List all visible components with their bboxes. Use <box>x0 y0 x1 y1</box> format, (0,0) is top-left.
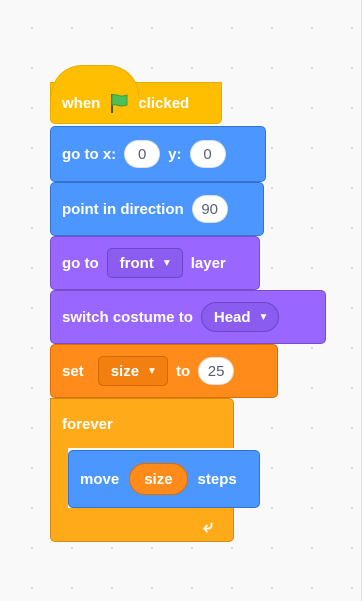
forever-bottom-arm: ⤶ <box>50 508 234 542</box>
set-variable-block[interactable]: set size ▼ to 25 <box>50 344 278 398</box>
move-label: move <box>80 470 120 488</box>
point-in-direction-label: point in direction <box>62 200 184 218</box>
go-to-x-label: go to x: <box>62 145 117 163</box>
value-input[interactable]: 25 <box>198 357 235 385</box>
costume-dropdown-value: Head <box>213 308 251 326</box>
forever-top-arm: forever <box>50 398 234 448</box>
forever-label: forever <box>62 416 113 433</box>
layer-dropdown[interactable]: front ▼ <box>106 248 183 278</box>
variable-dropdown-value: size <box>110 362 140 380</box>
y-label: y: <box>168 145 182 163</box>
green-flag-icon <box>108 92 130 114</box>
x-input[interactable]: 0 <box>124 140 161 168</box>
point-in-direction-block[interactable]: point in direction 90 <box>50 182 264 236</box>
variable-dropdown[interactable]: size ▼ <box>97 356 168 386</box>
y-input[interactable]: 0 <box>189 140 226 168</box>
code-area[interactable]: when clicked go to x: 0 y: 0 point in di… <box>0 0 362 601</box>
layer-dropdown-value: front <box>119 254 154 272</box>
go-to-xy-block[interactable]: go to x: 0 y: 0 <box>50 126 266 182</box>
clicked-label: clicked <box>138 94 190 112</box>
move-steps-block[interactable]: move size steps <box>68 450 260 508</box>
layer-label: layer <box>190 254 226 272</box>
direction-input[interactable]: 90 <box>191 195 228 223</box>
switch-costume-label: switch costume to <box>62 308 193 326</box>
costume-dropdown[interactable]: Head ▼ <box>200 302 280 332</box>
chevron-down-icon: ▼ <box>161 257 172 269</box>
set-label: set <box>62 362 84 380</box>
go-to-layer-block[interactable]: go to front ▼ layer <box>50 236 260 290</box>
loop-arrow-icon: ⤶ <box>203 516 214 536</box>
steps-label: steps <box>197 470 237 488</box>
to-label: to <box>175 362 191 380</box>
size-reporter[interactable]: size <box>129 463 188 495</box>
when-flag-clicked-block[interactable]: when clicked <box>50 65 222 124</box>
go-to-label: go to <box>62 254 99 272</box>
forever-left-arm <box>50 446 68 510</box>
when-label: when <box>62 94 101 112</box>
forever-block[interactable]: forever ⤶ move size steps <box>50 398 260 542</box>
chevron-down-icon: ▼ <box>258 311 269 323</box>
chevron-down-icon: ▼ <box>147 365 157 377</box>
switch-costume-block[interactable]: switch costume to Head ▼ <box>50 290 326 344</box>
